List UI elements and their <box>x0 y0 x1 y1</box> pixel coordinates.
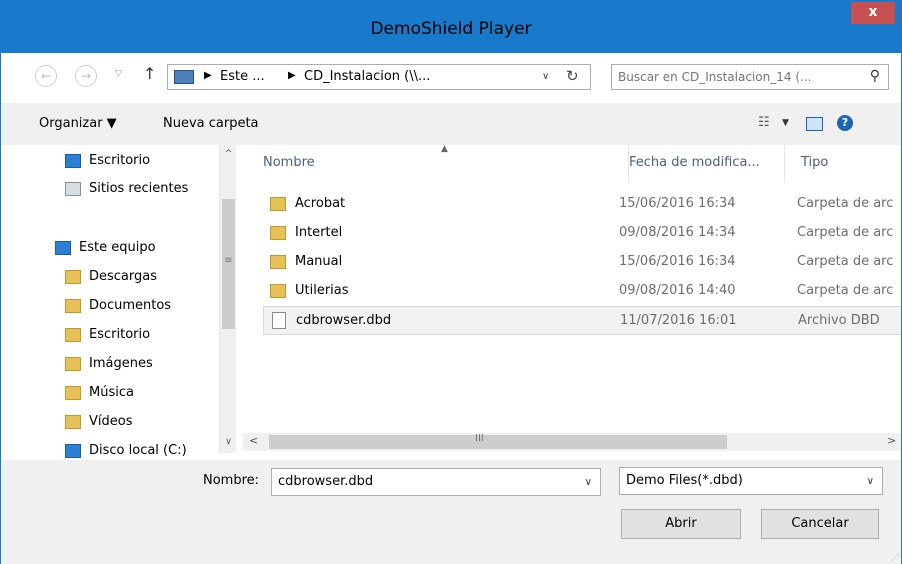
file-row-acrobat[interactable]: Acrobat 15/06/2016 16:34 Carpeta de arc <box>263 190 901 219</box>
organize-button[interactable]: Organizar ▼ <box>39 116 117 131</box>
scroll-grip-icon: ≡ <box>224 255 233 266</box>
videos-icon <box>65 415 81 429</box>
scroll-grip-icon: III <box>475 433 484 444</box>
folder-icon <box>270 255 286 269</box>
file-row-utilerias[interactable]: Utilerias 09/08/2016 14:40 Carpeta de ar… <box>263 277 901 306</box>
resize-grip-icon[interactable]: ⋰ <box>891 553 899 562</box>
recent-places-icon <box>65 182 81 196</box>
file-row-manual[interactable]: Manual 15/06/2016 16:34 Carpeta de arc <box>263 248 901 277</box>
scroll-right-icon[interactable]: > <box>887 434 896 447</box>
scroll-down-icon[interactable]: ∨ <box>220 437 237 447</box>
music-icon <box>65 386 81 400</box>
filename-label: Nombre: <box>203 473 260 488</box>
back-icon[interactable]: ← <box>35 65 57 87</box>
breadcrumb-este-equipo[interactable]: Este ... <box>220 69 265 84</box>
filename-chevron-down-icon[interactable]: ∨ <box>585 477 592 488</box>
file-row-intertel[interactable]: Intertel 09/08/2016 14:34 Carpeta de arc <box>263 219 901 248</box>
title-bar[interactable]: DemoShield Player x <box>1 1 901 53</box>
help-icon[interactable]: ? <box>837 115 853 131</box>
local-disk-icon <box>65 444 81 458</box>
file-type-select[interactable]: Demo Files(*.dbd) ∨ <box>619 467 883 495</box>
search-icon[interactable]: ⚲ <box>870 68 880 84</box>
breadcrumb-separator-icon: ▶ <box>204 70 212 81</box>
open-button[interactable]: Abrir <box>621 509 741 539</box>
address-bar: ← → ▽ ↑ ▶ Este ... ▶ CD_Instalacion (\\.… <box>1 53 901 103</box>
computer-icon <box>55 241 71 255</box>
desktop-folder-icon <box>65 328 81 342</box>
file-open-dialog: DemoShield Player x ← → ▽ ↑ ▶ Este ... ▶… <box>0 0 902 564</box>
search-box[interactable]: ⚲ <box>611 64 889 90</box>
scroll-up-icon[interactable]: ^ <box>220 149 237 159</box>
close-button[interactable]: x <box>851 2 895 24</box>
filter-chevron-down-icon[interactable]: ∨ <box>867 476 874 487</box>
column-header-tipo[interactable]: Tipo <box>787 145 901 183</box>
column-header-nombre[interactable]: Nombre ▲ <box>249 145 629 183</box>
file-list: Nombre ▲ Fecha de modifica... Tipo Acrob… <box>241 145 901 460</box>
folder-icon <box>270 284 286 298</box>
view-chevron-down-icon[interactable]: ▼ <box>782 118 789 128</box>
content-area: Escritorio Sitios recientes Este equipo … <box>1 145 901 460</box>
pictures-icon <box>65 357 81 371</box>
preview-pane-icon[interactable] <box>806 117 823 131</box>
search-input[interactable] <box>618 68 858 86</box>
navigation-pane: Escritorio Sitios recientes Este equipo … <box>1 145 241 460</box>
column-header-fecha[interactable]: Fecha de modifica... <box>615 145 785 183</box>
path-chevron-down-icon[interactable]: ∨ <box>542 71 549 82</box>
file-scroll-thumb[interactable] <box>269 435 727 449</box>
breadcrumb-separator-icon: ▶ <box>288 70 296 81</box>
file-icon <box>272 312 286 329</box>
network-computer-icon <box>174 70 194 84</box>
address-path-box[interactable]: ▶ Este ... ▶ CD_Instalacion (\\... ∨ ↻ <box>167 64 591 90</box>
window-title: DemoShield Player <box>370 19 532 39</box>
downloads-icon <box>65 270 81 284</box>
breadcrumb-cd-instalacion[interactable]: CD_Instalacion (\\... <box>304 69 430 84</box>
documents-icon <box>65 299 81 313</box>
desktop-icon <box>65 154 81 168</box>
forward-icon[interactable]: → <box>75 65 97 87</box>
dialog-footer: Nombre: cdbrowser.dbd ∨ Demo Files(*.dbd… <box>1 460 901 564</box>
recent-locations-chevron-down-icon[interactable]: ▽ <box>115 69 122 79</box>
sort-ascending-icon: ▲ <box>441 145 448 154</box>
new-folder-button[interactable]: Nueva carpeta <box>163 116 259 131</box>
command-toolbar: Organizar ▼ Nueva carpeta ☷ ▼ ? <box>1 103 901 145</box>
view-options-icon[interactable]: ☷ <box>758 115 770 130</box>
filename-input[interactable]: cdbrowser.dbd ∨ <box>271 468 601 496</box>
scroll-left-icon[interactable]: < <box>249 434 258 447</box>
refresh-icon[interactable]: ↻ <box>566 67 579 85</box>
file-row-cdbrowser[interactable]: cdbrowser.dbd 11/07/2016 16:01 Archivo D… <box>263 306 901 335</box>
folder-icon <box>270 226 286 240</box>
up-arrow-icon[interactable]: ↑ <box>143 64 156 83</box>
nav-vertical-scrollbar[interactable]: ^ ≡ ∨ <box>219 145 236 453</box>
cancel-button[interactable]: Cancelar <box>761 509 879 539</box>
folder-icon <box>270 197 286 211</box>
file-horizontal-scrollbar[interactable]: < III > <box>243 433 901 451</box>
